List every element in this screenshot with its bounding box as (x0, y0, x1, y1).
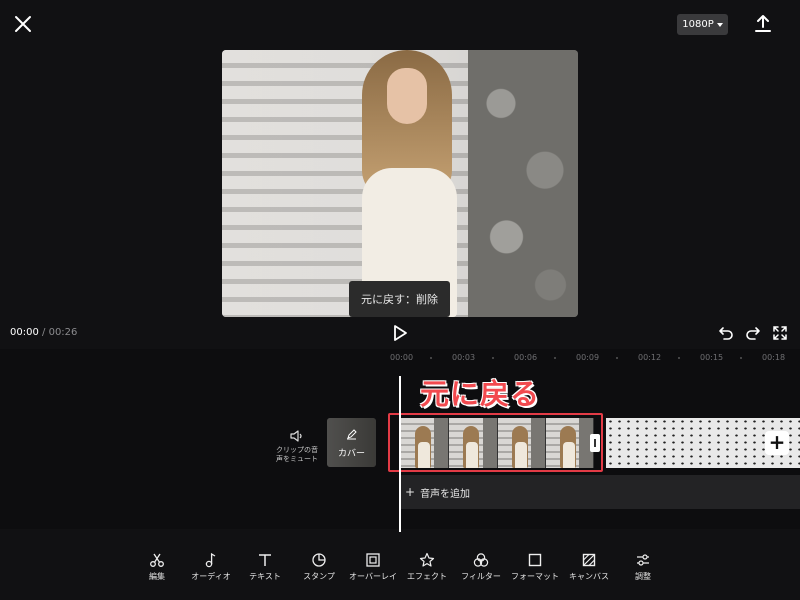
preview-background-wall (468, 50, 578, 317)
ruler-dot (554, 357, 556, 359)
tool-canvas[interactable]: キャンバス (562, 548, 616, 600)
text-icon (259, 554, 271, 566)
tool-label: 編集 (149, 572, 165, 581)
music-note-icon (205, 552, 216, 568)
tool-format[interactable]: フォーマット (508, 548, 562, 600)
duration: 00:26 (48, 327, 78, 338)
export-icon[interactable] (752, 13, 774, 35)
add-audio-button[interactable]: + 音声を追加 (401, 475, 800, 509)
ruler-dot (616, 357, 618, 359)
tool-audio[interactable]: オーディオ (184, 548, 238, 600)
adjust-sliders-icon (637, 554, 649, 566)
close-icon[interactable] (12, 13, 34, 35)
annotation-text: 元に戻る (420, 377, 541, 411)
bottom-toolbar: 編集 オーディオ テキスト スタンプ オーバーレイ エフェクト フィルター フォ… (130, 548, 670, 600)
tool-edit[interactable]: 編集 (130, 548, 184, 600)
ruler-dot (492, 357, 494, 359)
chevron-down-icon (716, 23, 723, 27)
highlight-box (388, 413, 603, 472)
format-square-icon (528, 553, 542, 567)
ruler-tick: 00:06 (514, 353, 538, 362)
ruler-tick: 00:18 (762, 353, 786, 362)
ruler-tick: 00:12 (638, 353, 662, 362)
undo-toast: 元に戻す：削除 (349, 281, 450, 317)
effect-star-icon (419, 552, 435, 567)
cover-shade (327, 418, 376, 467)
mute-label-line1: クリップの音 (276, 446, 318, 454)
pencil-icon (347, 429, 357, 440)
tool-filter[interactable]: フィルター (454, 548, 508, 600)
resolution-dropdown[interactable]: 1080P (677, 14, 728, 35)
sticker-icon (312, 553, 326, 567)
preview-subject-face (387, 68, 427, 124)
video-preview[interactable] (222, 50, 578, 317)
tool-sticker[interactable]: スタンプ (292, 548, 346, 600)
redo-icon[interactable] (745, 325, 761, 341)
tool-text[interactable]: テキスト (238, 548, 292, 600)
tool-label: 調整 (635, 572, 651, 581)
overlay-icon (366, 553, 380, 567)
tool-label: フィルター (461, 572, 501, 581)
tool-label: エフェクト (407, 572, 447, 581)
undo-icon[interactable] (718, 325, 734, 341)
current-time: 00:00 (10, 327, 39, 338)
tool-effect[interactable]: エフェクト (400, 548, 454, 600)
tool-adjust[interactable]: 調整 (616, 548, 670, 600)
canvas-icon (582, 553, 596, 567)
speaker-icon (290, 430, 302, 442)
ruler-tick: 00:15 (700, 353, 724, 362)
ruler-dot (430, 357, 432, 359)
tool-overlay[interactable]: オーバーレイ (346, 548, 400, 600)
ruler-dot (740, 357, 742, 359)
tool-label: オーバーレイ (349, 572, 397, 581)
scissors-icon (150, 553, 164, 567)
add-clip-button[interactable]: + (765, 431, 789, 455)
time-separator: / (42, 327, 46, 338)
tool-label: フォーマット (511, 572, 559, 581)
tool-label: テキスト (249, 572, 281, 581)
ruler-tick: 00:00 (390, 353, 414, 362)
tool-label: オーディオ (191, 572, 231, 581)
ruler-tick: 00:09 (576, 353, 600, 362)
cover-label: カバー (337, 449, 365, 459)
add-audio-label: 音声を追加 (420, 488, 471, 500)
cover-button[interactable]: カバー (327, 418, 376, 467)
tool-label: キャンバス (569, 572, 609, 581)
filter-icon (473, 553, 489, 567)
tool-label: スタンプ (303, 572, 335, 581)
mute-clip-audio-button[interactable]: クリップの音 声をミュート (276, 430, 318, 464)
ruler-dot (678, 357, 680, 359)
resolution-label: 1080P (682, 19, 714, 30)
play-icon[interactable] (392, 324, 408, 342)
fullscreen-icon[interactable] (772, 325, 788, 341)
time-display: 00:00 / 00:26 (10, 327, 77, 338)
ruler-tick: 00:03 (452, 353, 476, 362)
mute-label-line2: 声をミュート (276, 455, 318, 463)
plus-icon: + (405, 485, 416, 499)
